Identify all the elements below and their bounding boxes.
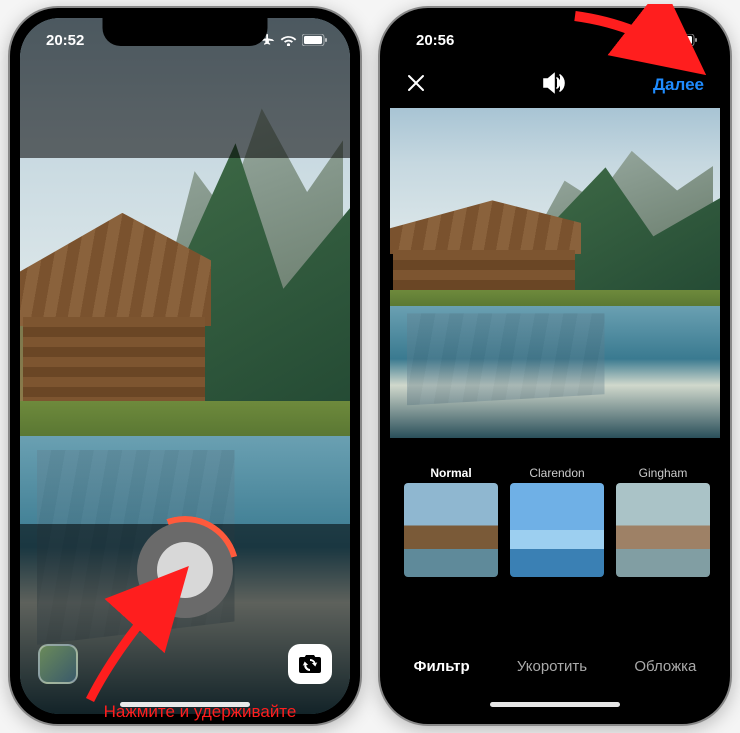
screen-camera: 20:52 [20,18,350,714]
status-time: 20:56 [416,32,476,49]
editor-topbar: Далее [390,62,720,108]
status-time: 20:52 [46,32,106,49]
battery-icon [672,34,698,46]
filter-thumb [404,483,498,577]
filter-label: Clarendon [529,463,584,483]
filter-gingham[interactable]: Gingham [614,463,712,593]
filter-clarendon[interactable]: Clarendon [508,463,606,593]
notch [103,18,268,46]
wifi-icon [280,34,297,46]
video-preview[interactable] [390,108,720,438]
sound-toggle-button[interactable] [542,72,568,99]
filter-normal[interactable]: Normal [402,463,500,593]
wifi-icon [650,34,667,46]
tab-trim[interactable]: Укоротить [517,658,587,675]
record-button[interactable] [131,516,239,624]
close-button[interactable] [406,73,426,98]
flip-camera-icon [297,653,323,675]
battery-icon [302,34,328,46]
close-icon [406,73,426,93]
filter-label: Normal [430,463,471,483]
status-icons [629,33,698,47]
callout-caption: Нажмите и удерживайте [90,702,310,722]
tab-cover[interactable]: Обложка [634,658,696,675]
home-indicator[interactable] [490,702,620,707]
filter-label: Gingham [639,463,688,483]
editor-tabs: Фильтр Укоротить Обложка [390,638,720,694]
scene-painting [390,108,720,438]
switch-camera-button[interactable] [288,644,332,684]
status-icons [259,33,328,47]
phone-right: 20:56 Далее [380,8,730,724]
filter-thumb [510,483,604,577]
phone-left: 20:52 [10,8,360,724]
gallery-thumb-button[interactable] [38,644,78,684]
filter-thumb [616,483,710,577]
notch [473,18,638,46]
next-button[interactable]: Далее [653,75,704,95]
tab-filter[interactable]: Фильтр [414,658,470,675]
speaker-icon [542,72,568,94]
screen-editor: 20:56 Далее [390,18,720,714]
filter-strip[interactable]: Normal Clarendon Gingham M [390,463,720,593]
